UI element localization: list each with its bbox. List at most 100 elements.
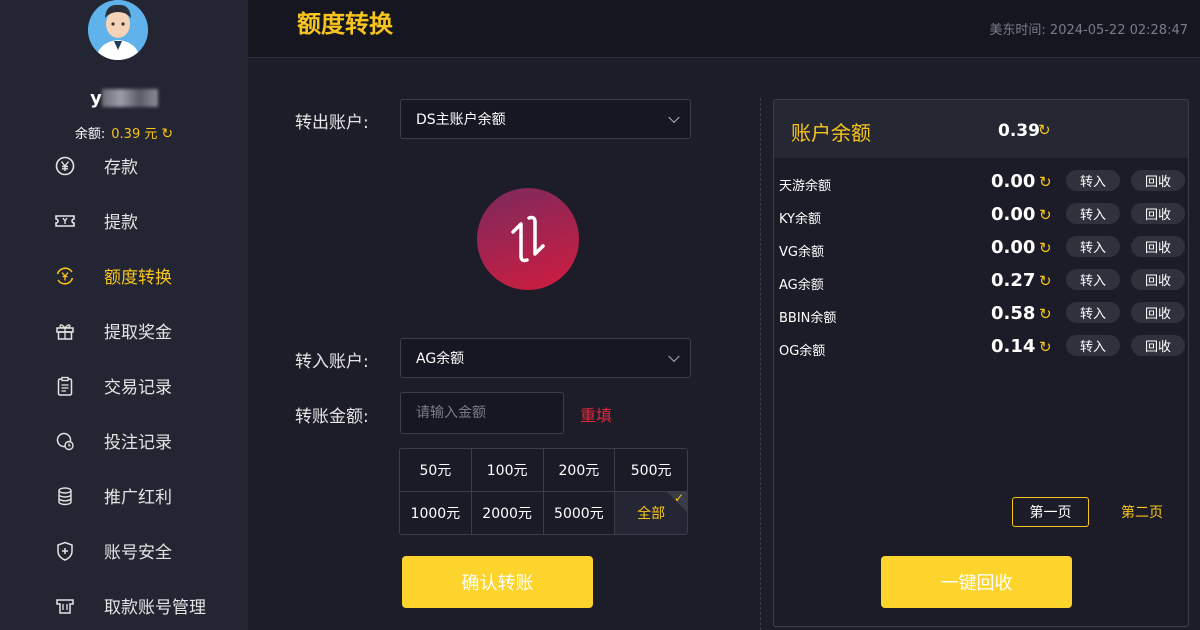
from-account-value: DS主账户余额 xyxy=(416,112,506,128)
transfer-in-button[interactable]: 转入 xyxy=(1066,170,1120,191)
divider xyxy=(760,98,761,630)
yen-swap-icon xyxy=(56,266,74,285)
quick-amount-option[interactable]: 200元 xyxy=(543,449,616,492)
confirm-transfer-button[interactable]: 确认转账 xyxy=(402,556,593,608)
sidebar-item-transactions[interactable]: 交易记录 xyxy=(0,358,248,413)
page-1-button[interactable]: 第一页 xyxy=(1012,497,1089,527)
quick-amount-option[interactable]: 2000元 xyxy=(471,491,544,534)
sidebar-item-bets[interactable]: 投注记录 xyxy=(0,413,248,468)
sidebar-item-deposit[interactable]: 存款 xyxy=(0,138,248,193)
sidebar-item-label: 投注记录 xyxy=(104,433,172,453)
sidebar-item-promotion[interactable]: 推广红利 xyxy=(0,468,248,523)
sidebar-item-bonus[interactable]: 提取奖金 xyxy=(0,303,248,358)
panel-header: 账户余额 0.39 ↻ xyxy=(774,100,1188,158)
account-value: 0.00 xyxy=(991,204,1036,225)
quick-amount-option-selected[interactable]: 全部 ✓ xyxy=(615,490,687,534)
refresh-icon[interactable]: ↻ xyxy=(1039,206,1052,224)
reclaim-button[interactable]: 回收 xyxy=(1131,203,1185,224)
quick-amount-label: 全部 xyxy=(637,505,666,522)
quick-amount-option[interactable]: 50元 xyxy=(400,449,472,492)
transfer-in-button[interactable]: 转入 xyxy=(1066,302,1120,323)
account-row: VG余额 0.00 ↻ 转入 回收 xyxy=(774,232,1188,265)
to-account-value: AG余额 xyxy=(416,351,465,367)
sidebar-item-label: 提取奖金 xyxy=(104,323,172,343)
avatar-image xyxy=(88,0,148,60)
reclaim-button[interactable]: 回收 xyxy=(1131,335,1185,356)
account-name: VG余额 xyxy=(779,245,824,260)
account-value: 0.58 xyxy=(991,303,1036,324)
card-icon xyxy=(56,598,74,614)
bet-record-icon xyxy=(56,432,74,450)
account-value: 0.14 xyxy=(991,336,1036,357)
account-balance-panel: 账户余额 0.39 ↻ 天游余额 0.00 ↻ 转入 回收 KY余额 0.00 … xyxy=(773,99,1189,627)
sidebar-item-label: 交易记录 xyxy=(104,378,172,398)
reclaim-button[interactable]: 回收 xyxy=(1131,170,1185,191)
sidebar-nav: 存款 提款 额度转换 提取奖金 交易记录 投注记录 推广红利 账号安全 取款账号… xyxy=(0,138,248,630)
sidebar-item-label: 推广红利 xyxy=(104,488,172,508)
refresh-icon[interactable]: ↻ xyxy=(1039,338,1052,356)
quick-amount-option[interactable]: 1000元 xyxy=(400,491,472,534)
account-value: 0.00 xyxy=(991,237,1036,258)
username-mask xyxy=(101,89,158,107)
sidebar-item-label: 取款账号管理 xyxy=(104,598,206,618)
reclaim-button[interactable]: 回收 xyxy=(1131,269,1185,290)
coin-stack-icon xyxy=(58,486,72,505)
sidebar-item-label: 额度转换 xyxy=(104,268,172,288)
sidebar-item-transfer[interactable]: 额度转换 xyxy=(0,248,248,303)
account-value: 0.27 xyxy=(991,270,1036,291)
server-time: 美东时间: 2024-05-22 02:28:47 xyxy=(989,23,1188,38)
account-row: AG余额 0.27 ↻ 转入 回收 xyxy=(774,265,1188,298)
transfer-in-button[interactable]: 转入 xyxy=(1066,203,1120,224)
account-row: 天游余额 0.00 ↻ 转入 回收 xyxy=(774,166,1188,199)
transfer-in-button[interactable]: 转入 xyxy=(1066,269,1120,290)
sidebar-item-label: 存款 xyxy=(104,158,138,178)
transfer-in-button[interactable]: 转入 xyxy=(1066,236,1120,257)
account-name: KY余额 xyxy=(779,212,822,227)
account-name: OG余额 xyxy=(779,344,826,359)
sidebar-item-withdraw[interactable]: 提款 xyxy=(0,193,248,248)
sidebar-item-withdraw-accounts[interactable]: 取款账号管理 xyxy=(0,578,248,630)
refresh-icon[interactable]: ↻ xyxy=(1038,121,1051,139)
refresh-icon[interactable]: ↻ xyxy=(1039,173,1052,191)
swap-accounts-button[interactable] xyxy=(477,188,579,290)
account-row: OG余额 0.14 ↻ 转入 回收 xyxy=(774,331,1188,364)
amount-input[interactable] xyxy=(400,392,564,434)
check-icon: ✓ xyxy=(673,490,684,505)
page-header: 额度转换 美东时间: 2024-05-22 02:28:47 xyxy=(248,0,1200,58)
shield-icon xyxy=(57,541,73,561)
account-row: BBIN余额 0.58 ↻ 转入 回收 xyxy=(774,298,1188,331)
account-row: KY余额 0.00 ↻ 转入 回收 xyxy=(774,199,1188,232)
sidebar-item-label: 提款 xyxy=(104,213,138,233)
sidebar-item-security[interactable]: 账号安全 xyxy=(0,523,248,578)
reclaim-all-button[interactable]: 一键回收 xyxy=(881,556,1072,608)
account-value: 0.00 xyxy=(991,171,1036,192)
panel-title: 账户余额 xyxy=(791,121,871,145)
quick-amount-option[interactable]: 5000元 xyxy=(543,491,616,534)
refresh-icon[interactable]: ↻ xyxy=(1039,305,1052,323)
reset-link[interactable]: 重填 xyxy=(580,402,612,426)
chevron-down-icon xyxy=(668,350,680,363)
total-balance: 0.39 xyxy=(998,121,1040,141)
to-account-select[interactable]: AG余额 xyxy=(400,338,691,378)
to-account-label: 转入账户: xyxy=(295,352,369,372)
account-name: BBIN余额 xyxy=(779,311,837,326)
quick-amount-option[interactable]: 100元 xyxy=(471,449,544,492)
from-account-label: 转出账户: xyxy=(295,113,369,133)
reclaim-button[interactable]: 回收 xyxy=(1131,236,1185,257)
sidebar-item-label: 账号安全 xyxy=(104,543,172,563)
refresh-icon[interactable]: ↻ xyxy=(1039,239,1052,257)
avatar[interactable] xyxy=(88,0,148,60)
account-name: 天游余额 xyxy=(779,179,832,194)
reclaim-button[interactable]: 回收 xyxy=(1131,302,1185,323)
yen-circle-icon xyxy=(55,156,75,175)
page-2-button[interactable]: 第二页 xyxy=(1108,497,1176,527)
quick-amount-option[interactable]: 500元 xyxy=(615,449,687,492)
page-title: 额度转换 xyxy=(297,10,393,38)
username: y xyxy=(0,88,248,109)
chevron-down-icon xyxy=(668,111,680,124)
transfer-in-button[interactable]: 转入 xyxy=(1066,335,1120,356)
swap-arrows-icon xyxy=(511,215,545,263)
from-account-select[interactable]: DS主账户余额 xyxy=(400,99,691,139)
refresh-icon[interactable]: ↻ xyxy=(1039,272,1052,290)
account-name: AG余额 xyxy=(779,278,824,293)
